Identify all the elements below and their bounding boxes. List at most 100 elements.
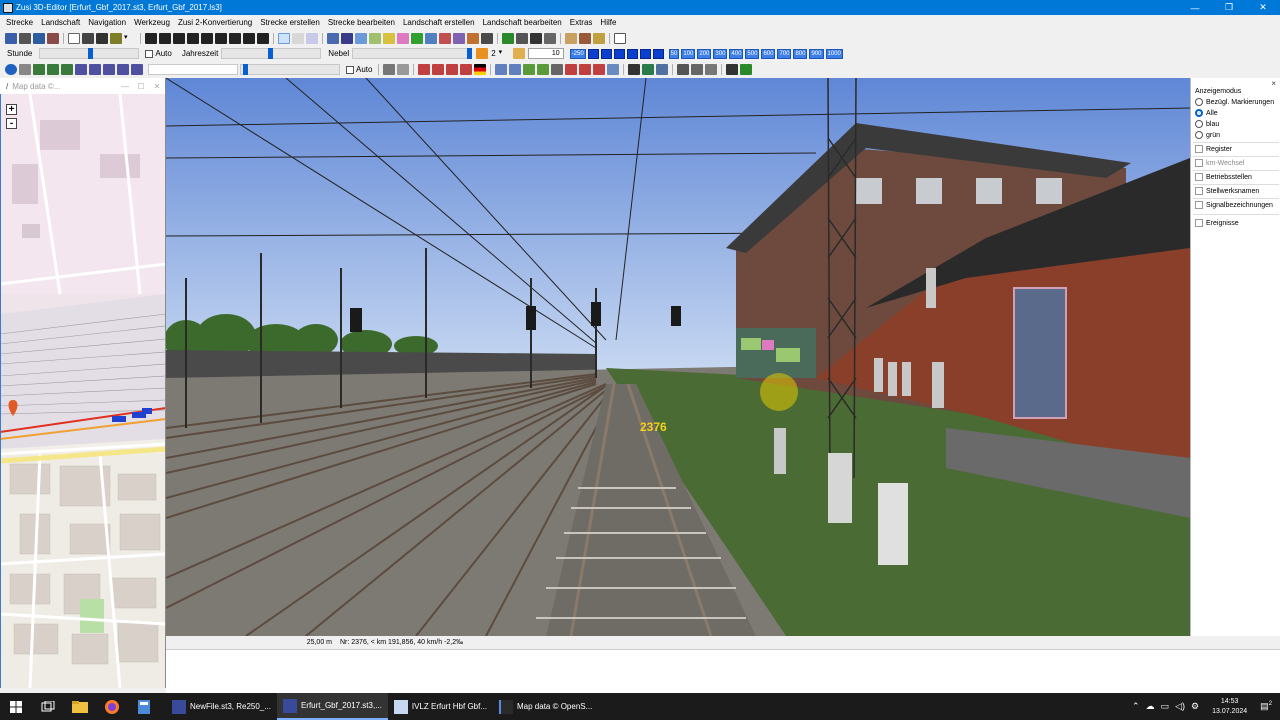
person-icon[interactable] (628, 64, 641, 75)
layer-tool-2-icon[interactable] (509, 64, 522, 75)
settings-tray-icon[interactable]: ⚙ (1188, 701, 1202, 712)
radio-blau[interactable]: blau (1195, 120, 1219, 128)
view-range-combo[interactable] (148, 64, 238, 75)
nav-first-icon[interactable] (587, 48, 599, 59)
track-view-5-icon[interactable] (89, 64, 101, 75)
clock[interactable]: 14:53 13.07.2024 (1202, 697, 1257, 717)
cut-icon[interactable] (432, 64, 445, 75)
track-view-6-icon[interactable] (103, 64, 115, 75)
dropdown-icon[interactable]: ▾ (124, 33, 136, 44)
save-icon[interactable] (19, 33, 31, 44)
taskbar-app-newfile[interactable]: NewFile.st3, Re250_... (166, 693, 277, 720)
object-tool-1-icon[interactable] (565, 33, 577, 44)
menu-extras[interactable]: Extras (566, 18, 597, 27)
checkbox[interactable] (1195, 145, 1203, 153)
edit-tool-9-icon[interactable] (439, 33, 451, 44)
step-button-200[interactable]: 200 (697, 48, 712, 59)
track-tool-6-icon[interactable] (215, 33, 227, 44)
panel-close-button[interactable]: × (1271, 79, 1276, 88)
level-dropdown-icon[interactable]: ▾ (498, 48, 511, 59)
signal-tool-2-icon[interactable] (530, 33, 542, 44)
map-zoom-out-button[interactable]: - (6, 118, 17, 129)
view-slider-thumb[interactable] (243, 64, 248, 75)
notification-icon[interactable]: ▤2 (1257, 701, 1280, 712)
checkbox[interactable] (1195, 187, 1203, 195)
menu-landschaft-erstellen[interactable]: Landschaft erstellen (399, 18, 479, 27)
object-tool-2-icon[interactable] (579, 33, 591, 44)
step-button-400[interactable]: 400 (729, 48, 744, 59)
track-tool-5-icon[interactable] (201, 33, 213, 44)
edit-tool-11-icon[interactable] (467, 33, 479, 44)
move-vertical-icon[interactable] (397, 64, 410, 75)
checkbox[interactable] (1195, 219, 1203, 227)
nebel-slider-thumb[interactable] (467, 48, 473, 59)
check-ereignisse[interactable]: Ereignisse (1195, 219, 1239, 227)
cross-tool-icon[interactable] (726, 64, 739, 75)
taskbar-app-map-data[interactable]: Map data © OpenS... (493, 693, 598, 720)
view-slider[interactable] (240, 64, 340, 75)
map-minimize-button[interactable]: — (117, 82, 133, 91)
track-view-2-icon[interactable] (47, 64, 59, 75)
nav-next-icon[interactable] (626, 48, 638, 59)
jahreszeit-slider[interactable] (221, 48, 322, 59)
menu-hilfe[interactable]: Hilfe (596, 18, 620, 27)
map-zoom-in-button[interactable]: + (6, 104, 17, 115)
edit-tool-5-icon[interactable] (383, 33, 395, 44)
close-button[interactable]: ✕ (1246, 0, 1280, 15)
check-signalbezeichnungen[interactable]: Signalbezeichnungen (1195, 201, 1273, 209)
step-button-900[interactable]: 900 (809, 48, 824, 59)
menu-strecke[interactable]: Strecke (2, 18, 37, 27)
step-button-50[interactable]: 50 (668, 48, 680, 59)
texture-icon[interactable] (551, 64, 564, 75)
check-register[interactable]: Register (1195, 145, 1232, 153)
new-file-icon[interactable] (68, 33, 80, 44)
step-button-700[interactable]: 700 (777, 48, 792, 59)
poly-4-icon[interactable] (607, 64, 620, 75)
poly-1-icon[interactable] (565, 64, 578, 75)
check-km-wechsel[interactable]: km-Wechsel (1195, 159, 1244, 167)
track-tool-1-icon[interactable] (145, 33, 157, 44)
edit-tool-10-icon[interactable] (453, 33, 465, 44)
radio-alle[interactable]: Alle (1195, 109, 1218, 117)
track-view-1-icon[interactable] (33, 64, 45, 75)
track-tool-9-icon[interactable] (257, 33, 269, 44)
maximize-button[interactable]: ❐ (1212, 0, 1246, 15)
chevron-up-icon[interactable]: ⌃ (1129, 701, 1143, 712)
poly-2-icon[interactable] (579, 64, 592, 75)
track-view-7-icon[interactable] (117, 64, 129, 75)
auto-checkbox-2[interactable] (346, 65, 354, 74)
track-tool-4-icon[interactable] (187, 33, 199, 44)
zoom-area-icon[interactable] (19, 64, 31, 75)
track-tool-7-icon[interactable] (229, 33, 241, 44)
step-button-100[interactable]: 100 (681, 48, 696, 59)
firefox-icon[interactable] (96, 693, 128, 720)
menu-zusi2-konvertierung[interactable]: Zusi 2-Konvertierung (174, 18, 256, 27)
menu-navigation[interactable]: Navigation (84, 18, 130, 27)
nav-last-icon[interactable] (639, 48, 651, 59)
checkbox[interactable] (1195, 159, 1203, 167)
print-icon[interactable] (96, 33, 108, 44)
globe-icon[interactable] (5, 64, 17, 75)
signal-green-icon[interactable] (502, 33, 514, 44)
chart-icon[interactable] (512, 48, 525, 59)
align-icon[interactable] (446, 64, 459, 75)
edit-tool-6-icon[interactable] (397, 33, 409, 44)
step-button-minus250[interactable]: -250 (569, 48, 586, 59)
save-as-icon[interactable] (33, 33, 45, 44)
radio-circle[interactable] (1195, 120, 1203, 128)
edit-tool-3-icon[interactable] (355, 33, 367, 44)
radio-circle[interactable] (1195, 98, 1203, 106)
check-stellwerksnamen[interactable]: Stellwerksnamen (1195, 187, 1259, 195)
checkbox[interactable] (1195, 173, 1203, 181)
checkbox[interactable] (1195, 201, 1203, 209)
layer-tool-1-icon[interactable] (495, 64, 508, 75)
edit-tool-7-icon[interactable] (411, 33, 423, 44)
arrow-tool-icon[interactable] (306, 33, 318, 44)
menu-landschaft-bearbeiten[interactable]: Landschaft bearbeiten (479, 18, 566, 27)
step-button-500[interactable]: 500 (745, 48, 760, 59)
map-view[interactable]: + - (0, 93, 165, 688)
edit-tool-4-icon[interactable] (369, 33, 381, 44)
document-icon[interactable] (614, 33, 626, 44)
step-button-600[interactable]: 600 (761, 48, 776, 59)
edit-tool-1-icon[interactable] (327, 33, 339, 44)
